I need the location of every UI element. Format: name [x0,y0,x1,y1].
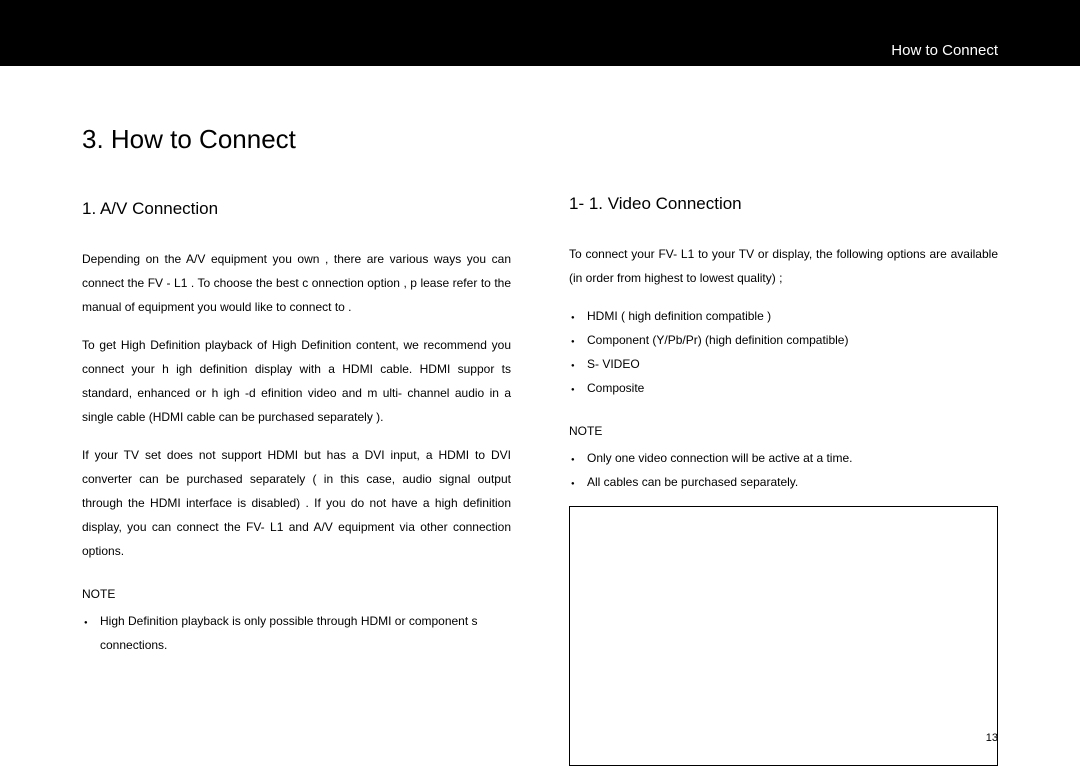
video-option-svideo: S- VIDEO [569,352,998,376]
video-option-composite: Composite [569,376,998,400]
right-note-list: Only one video connection will be active… [569,446,998,494]
left-note-item: High Definition playback is only possibl… [82,609,511,657]
av-para-1: Depending on the A/V equipment you own ,… [82,247,511,319]
header-bar: How to Connect [0,0,1080,66]
page-content: 3. How to Connect 1. A/V Connection Depe… [0,66,1080,766]
right-column: 1- 1. Video Connection To connect your F… [569,124,998,766]
left-column: 3. How to Connect 1. A/V Connection Depe… [82,124,511,766]
right-note-item-2: All cables can be purchased separately. [569,470,998,494]
video-para-1: To connect your FV- L1 to your TV or dis… [569,242,998,290]
video-connection-heading: 1- 1. Video Connection [569,194,998,214]
video-options-list: HDMI ( high definition compatible ) Comp… [569,304,998,400]
page-number: 13 [986,732,998,744]
right-note-label: NOTE [569,424,998,438]
av-connection-heading: 1. A/V Connection [82,199,511,219]
left-note-list: High Definition playback is only possibl… [82,609,511,657]
right-note-item-1: Only one video connection will be active… [569,446,998,470]
av-para-2: To get High Definition playback of High … [82,333,511,429]
av-para-3: If your TV set does not support HDMI but… [82,443,511,563]
main-heading: 3. How to Connect [82,124,511,155]
video-option-hdmi: HDMI ( high definition compatible ) [569,304,998,328]
header-section-title: How to Connect [891,42,998,59]
video-option-component: Component (Y/Pb/Pr) (high definition com… [569,328,998,352]
left-note-label: NOTE [82,587,511,601]
illustration-placeholder [569,506,998,766]
